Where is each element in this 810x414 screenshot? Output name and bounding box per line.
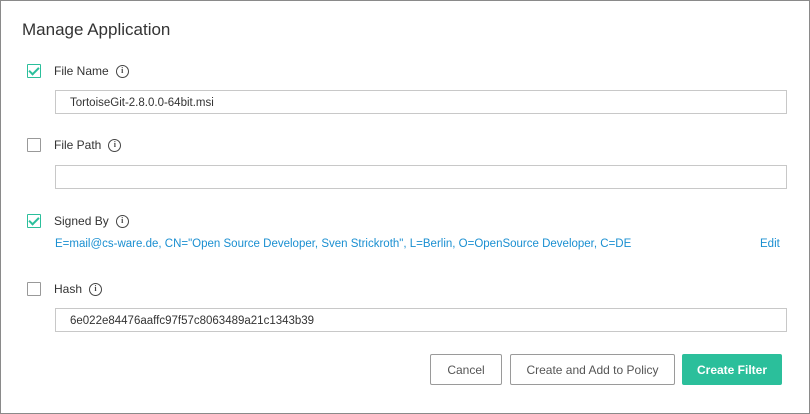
create-and-add-to-policy-button[interactable]: Create and Add to Policy: [510, 354, 675, 385]
file-path-checkbox[interactable]: [27, 138, 41, 152]
edit-link[interactable]: Edit: [760, 238, 780, 250]
hash-label: Hash: [54, 282, 83, 296]
file-name-checkbox[interactable]: [27, 64, 41, 78]
file-path-label: File Path: [54, 138, 102, 152]
cancel-button[interactable]: Cancel: [430, 354, 502, 385]
signed-by-value[interactable]: E=mail@cs-ware.de, CN="Open Source Devel…: [55, 238, 631, 250]
file-path-field[interactable]: [55, 165, 787, 189]
hash-field[interactable]: 6e022e84476aaffc97f57c8063489a21c1343b39: [55, 308, 787, 332]
info-icon[interactable]: i: [108, 138, 122, 152]
hash-checkbox[interactable]: [27, 282, 41, 296]
checkmark-icon: [28, 214, 40, 226]
signed-by-label: Signed By: [54, 214, 109, 228]
signed-by-row: Signed By i: [27, 213, 129, 229]
dialog-title: Manage Application: [22, 20, 171, 39]
file-path-row: File Path i: [27, 137, 122, 153]
create-filter-button[interactable]: Create Filter: [682, 354, 782, 385]
hash-row: Hash i: [27, 281, 103, 297]
checkmark-icon: [28, 64, 40, 76]
info-icon[interactable]: i: [89, 282, 103, 296]
file-name-field[interactable]: TortoiseGit-2.8.0.0-64bit.msi: [55, 90, 787, 114]
signed-by-checkbox[interactable]: [27, 214, 41, 228]
info-icon[interactable]: i: [115, 64, 129, 78]
info-icon[interactable]: i: [115, 214, 129, 228]
file-name-label: File Name: [54, 64, 109, 78]
file-name-row: File Name i: [27, 63, 129, 79]
manage-application-dialog: Manage Application File Name i TortoiseG…: [0, 0, 810, 414]
